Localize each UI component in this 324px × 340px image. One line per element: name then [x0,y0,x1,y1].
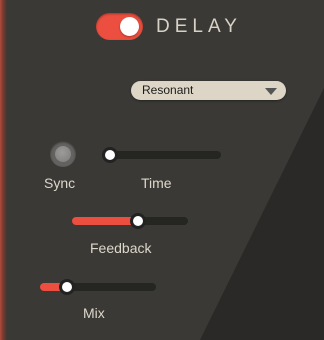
feedback-slider[interactable] [72,213,188,229]
sync-indicator [55,146,71,162]
feedback-label: Feedback [90,240,152,256]
panel-edge [0,0,7,340]
mix-slider-thumb[interactable] [58,279,75,295]
power-toggle[interactable] [96,13,143,40]
toggle-knob [120,17,139,36]
sync-button[interactable] [50,141,76,167]
sync-label: Sync [44,175,76,191]
module-title: DELAY [156,16,242,37]
feedback-slider-thumb[interactable] [130,213,147,229]
time-slider[interactable] [101,147,221,163]
chevron-down-icon [265,88,277,95]
feedback-slider-fill [72,217,139,225]
mix-slider[interactable] [40,279,156,295]
mix-label: Mix [83,305,105,321]
time-slider-thumb[interactable] [101,147,118,163]
time-label: Time [141,175,172,191]
mode-dropdown-value: Resonant [142,83,194,97]
delay-panel: DELAY Resonant Sync Time Feedback Mix [0,0,324,340]
mode-dropdown[interactable]: Resonant [131,81,286,100]
